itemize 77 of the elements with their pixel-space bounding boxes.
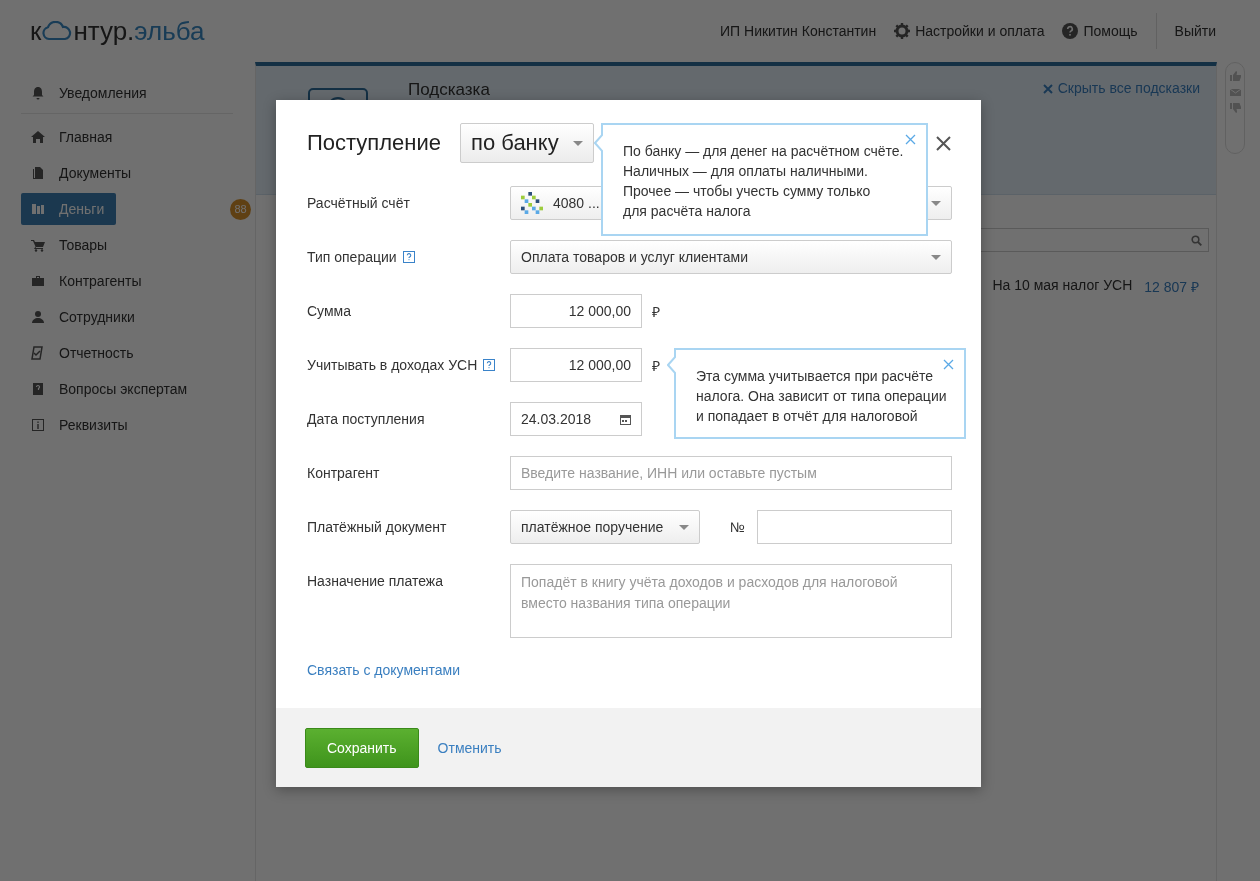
search-icon (1191, 234, 1202, 246)
dialog-title: Поступление (307, 130, 442, 156)
document-select[interactable]: платёжное поручение (510, 510, 700, 544)
number-label: № (730, 518, 746, 537)
link-documents-link[interactable]: Связать с документами (307, 662, 461, 678)
thumbs-down-icon (1229, 103, 1241, 113)
sidebar-item[interactable]: Документы (21, 157, 144, 189)
amount-field[interactable]: 12 000,00 (510, 348, 642, 382)
document-icon (31, 166, 45, 180)
sidebar-item[interactable]: Главная (21, 121, 125, 153)
cancel-link[interactable]: Отменить (437, 739, 502, 756)
tooltip-text: для расчёта налога (623, 202, 752, 221)
mail-icon (1229, 87, 1241, 97)
bell-icon (31, 86, 45, 100)
operation-select[interactable]: Оплата товаров и услуг клиентами (510, 240, 952, 274)
info-icon (31, 418, 45, 432)
sidebar-item[interactable]: Вопросы экспертам (21, 373, 200, 405)
help-link[interactable]: Помощь (1083, 23, 1138, 39)
field-label: Тип операции (307, 249, 397, 265)
sidebar-item[interactable]: Деньги (21, 193, 117, 225)
logo[interactable]: к нтур.эльба (30, 15, 205, 47)
field-label: Сумма (307, 303, 351, 319)
close-icon[interactable] (936, 135, 951, 151)
settings-link[interactable]: Настройки и оплата (915, 23, 1045, 39)
caret-icon (931, 254, 941, 260)
sidebar-item[interactable]: Сотрудники (21, 301, 147, 333)
type-select[interactable]: по банку (460, 123, 594, 163)
currency-sign: ₽ (652, 302, 660, 322)
number-field[interactable] (757, 510, 952, 544)
tooltip-text: и попадает в отчёт для налоговой (696, 407, 919, 426)
tooltip-text: Наличных — для оплаты наличными. (623, 162, 869, 181)
field-label: Учитывать в доходах УСН (307, 357, 478, 373)
counterparty-field[interactable]: Введите название, ИНН или оставьте пустым (510, 456, 952, 490)
close-icon (1042, 84, 1053, 94)
amount-field[interactable]: 12 000,00 (510, 294, 642, 328)
tooltip-text: Прочее — чтобы учесть сумму только (623, 182, 872, 201)
sidebar-item[interactable]: Отчетность (21, 337, 146, 369)
field-label: Дата поступления (307, 411, 425, 427)
settings-icon (894, 23, 911, 39)
tooltip-text: налога. Она зависит от типа операции (696, 387, 944, 406)
thumbs-up-icon (1229, 71, 1241, 81)
tax-amount[interactable]: 12 807 ₽ (1144, 277, 1199, 296)
help-icon (1062, 23, 1079, 39)
hint-title: Подсказка (408, 80, 490, 100)
save-button[interactable]: Сохранить (305, 727, 419, 768)
sidebar-item[interactable]: Уведомления (21, 77, 159, 109)
field-label: Платёжный документ (307, 519, 447, 535)
field-label: Расчётный счёт (307, 195, 410, 211)
count-badge: 88 (230, 198, 251, 220)
user-name[interactable]: ИП Никитин Константин (720, 23, 877, 39)
check-icon (31, 346, 45, 360)
sidebar-item[interactable]: Товары (21, 229, 120, 261)
pattern-icon (521, 192, 543, 214)
tax-label: На 10 мая налог УСН (992, 277, 1133, 295)
calendar-icon (620, 413, 631, 425)
hide-hints-link[interactable]: Скрыть все подсказки (1057, 80, 1200, 96)
caret-icon (572, 140, 583, 146)
date-field[interactable]: 24.03.2018 (510, 402, 642, 436)
currency-sign: ₽ (652, 356, 660, 376)
field-label: Назначение платежа (307, 573, 443, 589)
coins-icon (31, 202, 45, 216)
sidebar-item[interactable]: Контрагенты (21, 265, 154, 297)
tooltip-text: Эта сумма учитывается при расчёте (696, 367, 935, 386)
help-icon[interactable] (402, 251, 415, 263)
purpose-field[interactable]: Попадёт в книгу учёта доходов и расходов для налоговой вместо названия типа операции (510, 564, 952, 638)
book-icon (31, 382, 45, 396)
cart-icon (31, 238, 45, 252)
house-icon (31, 130, 45, 144)
help-icon[interactable] (483, 359, 496, 371)
logout-link[interactable]: Выйти (1174, 23, 1216, 39)
tooltip-text: По банку — для денег на расчётном счёте. (623, 142, 905, 161)
person-icon (31, 310, 45, 324)
sidebar-item[interactable]: Реквизиты (21, 409, 140, 441)
briefcase-icon (31, 274, 45, 288)
caret-icon (679, 524, 689, 530)
caret-icon (931, 200, 941, 206)
field-label: Контрагент (307, 465, 380, 481)
